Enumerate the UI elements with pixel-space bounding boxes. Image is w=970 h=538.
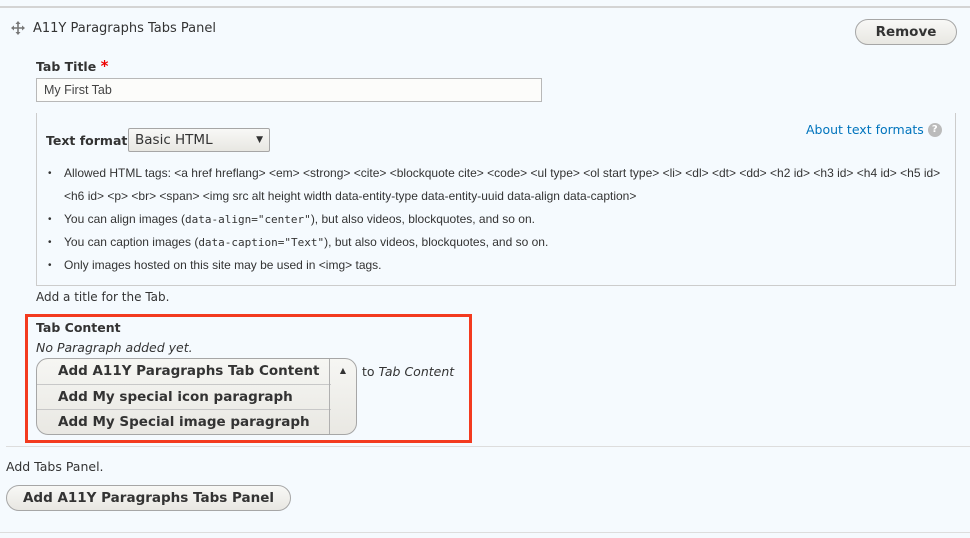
- panel-title: A11Y Paragraphs Tabs Panel: [33, 21, 216, 36]
- tip-code: data-caption="Text": [198, 236, 325, 249]
- tip-text: ), but also videos, blockquotes, and so …: [324, 235, 549, 249]
- tab-title-label-text: Tab Title: [36, 59, 97, 74]
- chevron-up-icon: ▲: [339, 366, 347, 375]
- add-image-paragraph-button[interactable]: Add My Special image paragraph: [37, 410, 331, 434]
- about-text-formats-link[interactable]: About text formats ?: [806, 122, 942, 137]
- text-format-label: Text format: [46, 133, 128, 148]
- add-icon-paragraph-button[interactable]: Add My special icon paragraph: [37, 385, 331, 410]
- bottom-divider: [0, 532, 970, 533]
- to-tab-content: to Tab Content: [362, 364, 454, 379]
- text-format-select[interactable]: Basic HTML ▼: [128, 128, 270, 152]
- tip-text: Allowed HTML tags: <a href hreflang> <em…: [64, 166, 941, 203]
- tip-text: ), but also videos, blockquotes, and so …: [310, 212, 535, 226]
- tip-code: data-align="center": [184, 213, 311, 226]
- tab-content-empty: No Paragraph added yet.: [36, 340, 193, 355]
- tip-text: You can align images (: [64, 212, 185, 226]
- dropbutton-toggle[interactable]: ▲: [329, 359, 356, 434]
- add-tabs-panel-button[interactable]: Add A11Y Paragraphs Tabs Panel: [6, 485, 291, 511]
- remove-button[interactable]: Remove: [855, 19, 957, 45]
- tip-item: You can align images (data-align="center…: [48, 208, 948, 231]
- tip-item: You can caption images (data-caption="Te…: [48, 231, 948, 254]
- format-tips-list: Allowed HTML tags: <a href hreflang> <em…: [48, 162, 948, 277]
- help-icon: ?: [927, 122, 942, 137]
- section-divider: [6, 446, 970, 447]
- about-text-formats-text: About text formats: [806, 122, 924, 137]
- tab-title-label: Tab Title *: [36, 57, 108, 75]
- tip-item: Only images hosted on this site may be u…: [48, 254, 948, 277]
- add-paragraph-dropbutton: Add A11Y Paragraphs Tab Content Add My s…: [36, 358, 357, 435]
- drag-handle-icon[interactable]: [11, 21, 25, 35]
- tab-title-input[interactable]: [36, 78, 542, 102]
- add-tab-content-button[interactable]: Add A11Y Paragraphs Tab Content: [37, 359, 331, 385]
- required-mark: *: [100, 57, 109, 75]
- top-divider: [0, 6, 970, 8]
- tip-text: You can caption images (: [64, 235, 199, 249]
- tip-item: Allowed HTML tags: <a href hreflang> <em…: [48, 162, 948, 208]
- to-prefix: to: [362, 364, 375, 379]
- to-target: Tab Content: [378, 364, 455, 379]
- tab-title-description: Add a title for the Tab.: [36, 290, 170, 304]
- add-tabs-panel-description: Add Tabs Panel.: [6, 459, 104, 474]
- tab-content-label: Tab Content: [36, 320, 121, 335]
- chevron-down-icon: ▼: [256, 135, 263, 145]
- text-format-selected: Basic HTML: [135, 132, 213, 148]
- tip-text: Only images hosted on this site may be u…: [64, 258, 382, 272]
